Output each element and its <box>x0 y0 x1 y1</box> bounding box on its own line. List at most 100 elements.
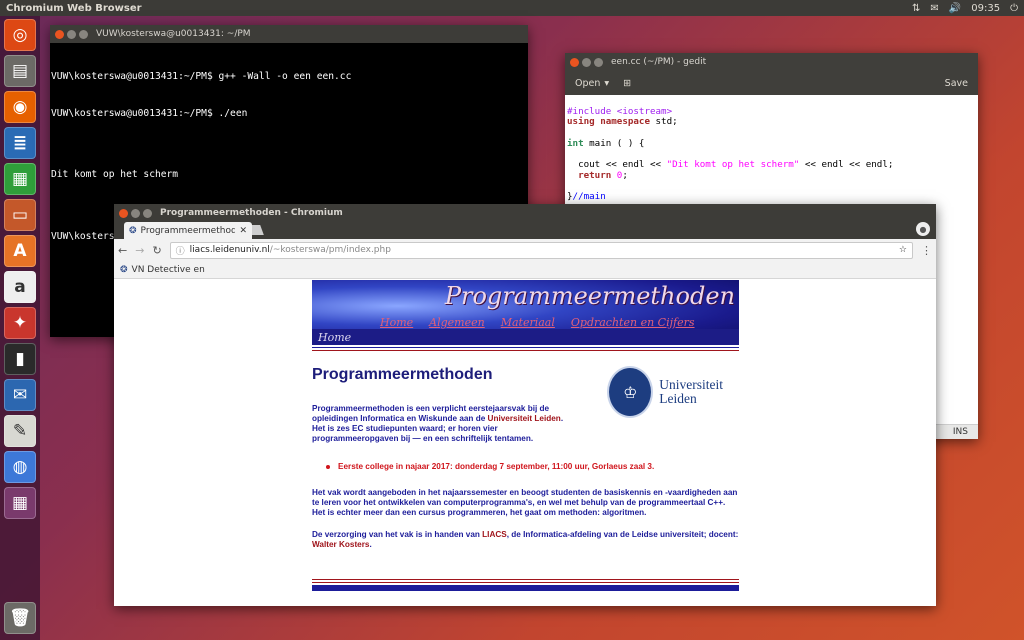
liacs-link[interactable]: LIACS <box>482 530 507 539</box>
system-settings-icon[interactable]: ✦ <box>4 307 36 339</box>
walter-kosters-link[interactable]: Walter Kosters <box>312 540 369 549</box>
terminal-icon[interactable]: ▮ <box>4 343 36 375</box>
workspaces-icon[interactable]: ▦ <box>4 487 36 519</box>
staff-text-a: De verzorging van het vak is in handen v… <box>312 530 483 539</box>
network-icon[interactable]: ⇅ <box>912 3 920 14</box>
maximize-icon[interactable] <box>594 57 603 67</box>
firefox-icon[interactable]: ◉ <box>4 91 36 123</box>
menu-icon[interactable]: ⋮ <box>921 244 932 257</box>
address-bar[interactable]: ⓘ liacs.leidenuniv.nl/~kosterswa/pm/inde… <box>169 241 913 259</box>
launcher: ◎ ▤ ◉ ≣ ▦ ▭ Aa ✦ ▮ ✉ ✎ ◍ ▦ 🗑 <box>0 16 40 640</box>
nav-opdrachten[interactable]: Opdrachten en Cijfers <box>571 316 695 329</box>
terminal-title: VUW\kosterswa@u0013431: ~/PM <box>96 29 251 39</box>
code-using-rest: std; <box>649 116 678 128</box>
code-int-keyword: int <box>567 137 584 149</box>
code-semicolon: ; <box>622 169 628 181</box>
maximize-icon[interactable] <box>79 29 88 39</box>
footer-divider <box>312 579 739 591</box>
amazon-icon[interactable]: a <box>4 271 36 303</box>
bookmark-star-icon[interactable]: ☆ <box>899 245 907 255</box>
code-string-literal: "Dit komt op het scherm" <box>666 159 800 171</box>
close-icon[interactable] <box>55 29 64 39</box>
new-document-icon[interactable]: ⊞ <box>623 78 631 89</box>
bookmark-item[interactable]: VN Detective en <box>132 265 205 275</box>
staff-paragraph: De verzorging van het vak is in handen v… <box>312 530 739 550</box>
favicon-icon: ❂ <box>129 225 137 236</box>
bullet-icon <box>326 464 330 469</box>
site-banner: Programmeermethoden Home Algemeen Materi… <box>312 280 739 345</box>
bookmark-favicon-icon: ❂ <box>120 264 128 275</box>
minimize-icon[interactable] <box>67 29 76 39</box>
top-panel: Chromium Web Browser ⇅ ✉ 🔊 09:35 ⏻ <box>0 0 1024 16</box>
announcement-text: Eerste college in najaar 2017: donderdag… <box>338 462 655 471</box>
info-icon[interactable]: ⓘ <box>176 244 185 257</box>
software-center-icon[interactable]: A <box>4 235 36 267</box>
trash-icon[interactable]: 🗑 <box>4 602 36 634</box>
divider <box>312 347 739 351</box>
nav-home[interactable]: Home <box>380 316 413 329</box>
code-cout-start: cout << endl << <box>567 159 667 171</box>
code-comment: //main <box>572 191 606 203</box>
tab-title: Programmeermethoden <box>140 225 236 236</box>
active-app-title: Chromium Web Browser <box>6 2 142 14</box>
banner-title: Programmeermethoden <box>444 282 735 310</box>
chromium-titlebar[interactable]: Programmeermethoden - Chromium ❂ Program… <box>114 204 936 239</box>
intro-paragraph: Programmeermethoden is een verplicht eer… <box>312 404 564 444</box>
code-return-keyword: return <box>567 169 612 181</box>
volume-icon[interactable]: 🔊 <box>949 3 961 14</box>
gedit-title: een.cc (~/PM) - gedit <box>611 57 707 67</box>
reload-icon[interactable]: ↻ <box>152 244 161 257</box>
ubuntu-dash-icon[interactable]: ◎ <box>4 19 36 51</box>
open-label: Open <box>575 77 601 89</box>
terminal-line: VUW\kosterswa@u0013431:~/PM$ g++ -Wall -… <box>51 71 352 83</box>
close-icon[interactable] <box>570 57 579 67</box>
logo-line-2: Leiden <box>659 391 697 406</box>
clock[interactable]: 09:35 <box>971 3 1000 14</box>
code-cout-end: << endl << endl; <box>799 159 894 171</box>
universiteit-leiden-link[interactable]: Universiteit Leiden <box>488 414 561 423</box>
close-tab-icon[interactable]: ✕ <box>239 226 247 236</box>
site-nav: Home Algemeen Materiaal Opdrachten en Ci… <box>380 316 695 329</box>
chromium-window[interactable]: Programmeermethoden - Chromium ❂ Program… <box>114 204 936 606</box>
calc-icon[interactable]: ▦ <box>4 163 36 195</box>
text-editor-icon[interactable]: ✎ <box>4 415 36 447</box>
profile-icon[interactable]: ● <box>916 222 930 236</box>
chevron-down-icon: ▾ <box>604 77 610 89</box>
nav-materiaal[interactable]: Materiaal <box>501 316 555 329</box>
mail-icon[interactable]: ✉ <box>930 3 938 14</box>
navigation-bar: ← → ↻ ⓘ liacs.leidenuniv.nl/~kosterswa/p… <box>114 239 936 261</box>
close-icon[interactable] <box>119 208 128 218</box>
terminal-titlebar[interactable]: VUW\kosterswa@u0013431: ~/PM <box>50 25 528 43</box>
save-button[interactable]: Save <box>945 78 968 89</box>
code-return-value: 0 <box>611 169 623 181</box>
browser-tab[interactable]: ❂ Programmeermethoden ✕ <box>124 222 252 239</box>
impress-icon[interactable]: ▭ <box>4 199 36 231</box>
bookmarks-bar: ❂ VN Detective en <box>114 261 936 279</box>
back-icon[interactable]: ← <box>118 244 127 257</box>
nav-algemeen[interactable]: Algemeen <box>429 316 485 329</box>
staff-text-end: . <box>369 540 372 549</box>
announcement-item: Eerste college in najaar 2017: donderdag… <box>326 462 739 471</box>
url-host: liacs.leidenuniv.nl <box>189 245 270 255</box>
files-icon[interactable]: ▤ <box>4 55 36 87</box>
thunderbird-icon[interactable]: ✉ <box>4 379 36 411</box>
minimize-icon[interactable] <box>582 57 591 67</box>
writer-icon[interactable]: ≣ <box>4 127 36 159</box>
code-include: #include <iostream> <box>567 105 673 117</box>
staff-text-b: , de Informatica-afdeling van de Leidse … <box>506 530 739 539</box>
course-description: Het vak wordt aangeboden in het najaarss… <box>312 488 738 517</box>
minimize-icon[interactable] <box>131 208 140 218</box>
web-page[interactable]: Programmeermethoden Home Algemeen Materi… <box>114 279 936 606</box>
insert-mode-indicator[interactable]: INS <box>953 427 968 437</box>
power-icon[interactable]: ⏻ <box>1010 3 1018 14</box>
open-button[interactable]: Open ▾ <box>575 78 609 89</box>
university-logo: ♔ Universiteit Leiden <box>607 366 723 418</box>
forward-icon[interactable]: → <box>135 244 144 257</box>
gedit-titlebar[interactable]: een.cc (~/PM) - gedit <box>565 53 978 71</box>
chromium-icon[interactable]: ◍ <box>4 451 36 483</box>
code-main-signature: main ( ) { <box>583 137 645 149</box>
maximize-icon[interactable] <box>143 208 152 218</box>
university-seal-icon: ♔ <box>607 366 654 418</box>
banner-home-label: Home <box>318 331 352 344</box>
terminal-line: Dit komt op het scherm <box>51 169 179 181</box>
